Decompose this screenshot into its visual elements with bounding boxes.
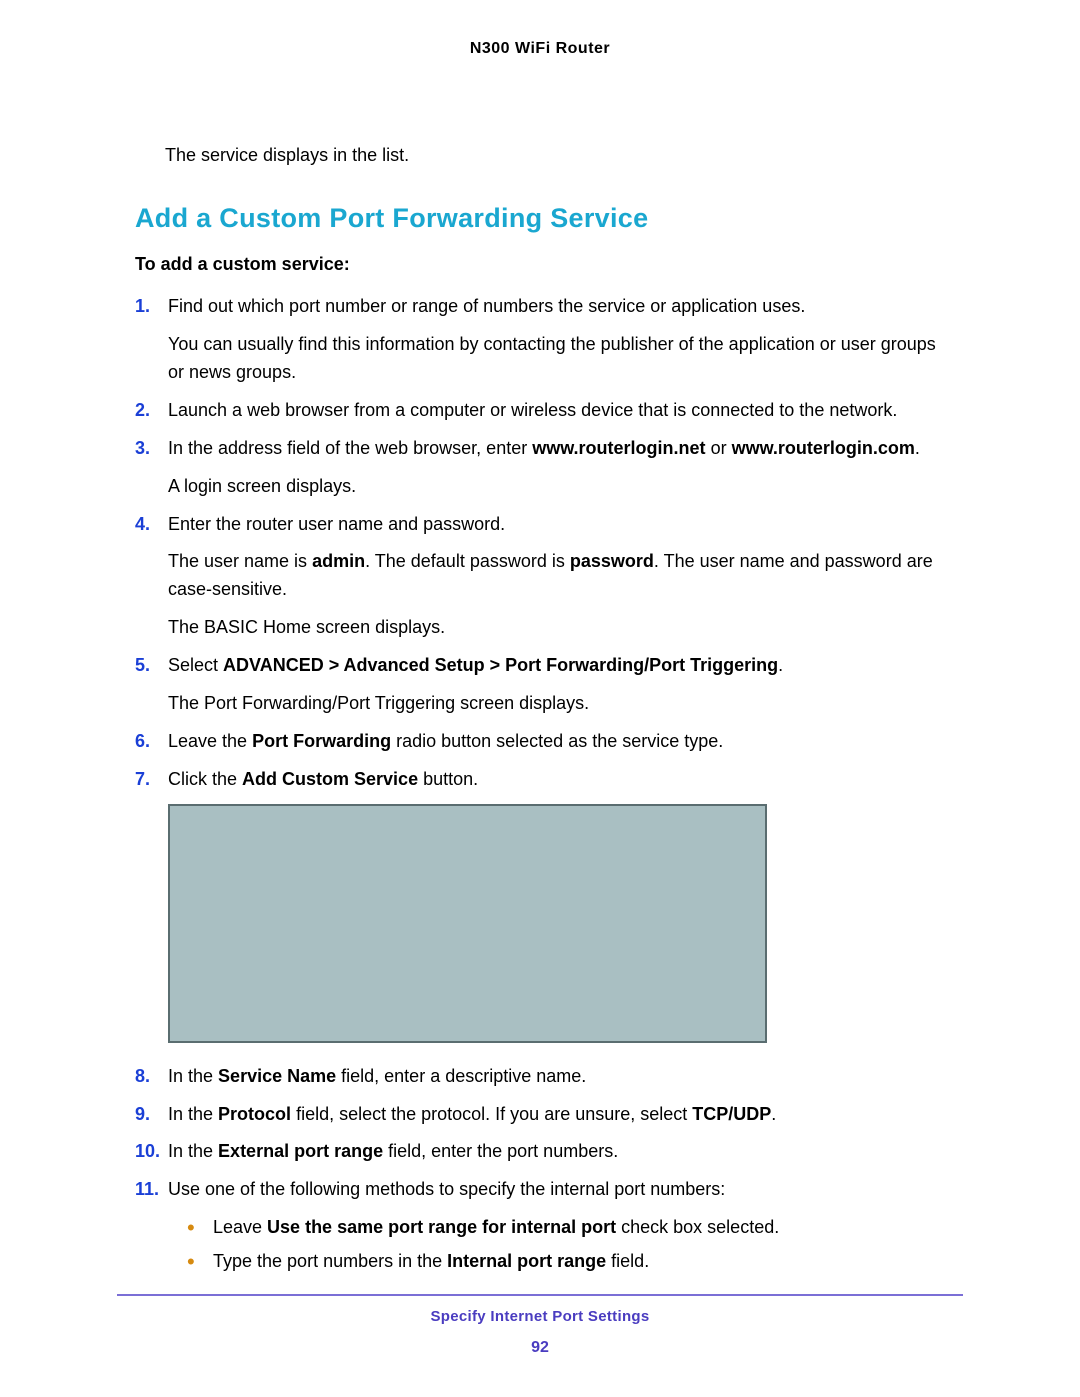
step-11: 11. Use one of the following methods to … (135, 1176, 945, 1276)
step-1: 1. Find out which port number or range o… (135, 293, 945, 387)
step-9: 9. In the Protocol field, select the pro… (135, 1101, 945, 1129)
text: button. (418, 769, 478, 789)
text: field, select the protocol. If you are u… (291, 1104, 692, 1124)
footer-section-name: Specify Internet Port Settings (117, 1308, 963, 1325)
text: check box selected. (616, 1217, 779, 1237)
step-text: You can usually find this information by… (168, 331, 945, 387)
text: radio button selected as the service typ… (391, 731, 723, 751)
step-text: In the Protocol field, select the protoc… (168, 1101, 945, 1129)
step-number: 6. (135, 728, 150, 756)
text: Select (168, 655, 223, 675)
intro-line: The service displays in the list. (165, 143, 945, 168)
text-bold: Internal port range (447, 1251, 606, 1271)
step-number: 4. (135, 511, 150, 539)
page: N300 WiFi Router The service displays in… (0, 0, 1080, 1397)
step-6: 6. Leave the Port Forwarding radio butto… (135, 728, 945, 756)
text-bold: Service Name (218, 1066, 336, 1086)
step-text: Click the Add Custom Service button. (168, 766, 945, 794)
text-bold: Use the same port range for internal por… (267, 1217, 616, 1237)
url: www.routerlogin.net (532, 438, 705, 458)
step-text: Use one of the following methods to spec… (168, 1176, 945, 1204)
footer-rule (117, 1294, 963, 1296)
step-number: 10. (135, 1138, 160, 1166)
text-bold: TCP/UDP (692, 1104, 771, 1124)
sub-bullet-list: Leave Use the same port range for intern… (187, 1214, 945, 1276)
text: In the (168, 1141, 218, 1161)
text: Leave (213, 1217, 267, 1237)
step-number: 7. (135, 766, 150, 794)
step-text: In the address field of the web browser,… (168, 435, 945, 463)
step-text: In the External port range field, enter … (168, 1138, 945, 1166)
step-number: 5. (135, 652, 150, 680)
step-3: 3. In the address field of the web brows… (135, 435, 945, 501)
step-text: The Port Forwarding/Port Triggering scre… (168, 690, 945, 718)
step-text: Select ADVANCED > Advanced Setup > Port … (168, 652, 945, 680)
step-4: 4. Enter the router user name and passwo… (135, 511, 945, 643)
page-header: N300 WiFi Router (135, 40, 945, 58)
page-footer: Specify Internet Port Settings 92 (117, 1294, 963, 1357)
step-text: Enter the router user name and password. (168, 511, 945, 539)
step-text: Find out which port number or range of n… (168, 293, 945, 321)
step-2: 2. Launch a web browser from a computer … (135, 397, 945, 425)
url: www.routerlogin.com (732, 438, 915, 458)
text: . The default password is (365, 551, 570, 571)
step-8: 8. In the Service Name field, enter a de… (135, 1063, 945, 1091)
text: Click the (168, 769, 242, 789)
text: . (771, 1104, 776, 1124)
text: Leave the (168, 731, 252, 751)
text-bold: Add Custom Service (242, 769, 418, 789)
bullet-item: Type the port numbers in the Internal po… (187, 1248, 945, 1276)
step-5: 5. Select ADVANCED > Advanced Setup > Po… (135, 652, 945, 718)
screenshot-placeholder (168, 804, 767, 1043)
section-heading: Add a Custom Port Forwarding Service (135, 203, 945, 234)
step-text: A login screen displays. (168, 473, 945, 501)
step-text: Leave the Port Forwarding radio button s… (168, 728, 945, 756)
text: or (706, 438, 732, 458)
page-number: 92 (117, 1339, 963, 1357)
step-number: 8. (135, 1063, 150, 1091)
text-bold: password (570, 551, 654, 571)
lead-instruction: To add a custom service: (135, 254, 945, 275)
text: . (778, 655, 783, 675)
step-10: 10. In the External port range field, en… (135, 1138, 945, 1166)
step-text: Launch a web browser from a computer or … (168, 397, 945, 425)
text: Type the port numbers in the (213, 1251, 447, 1271)
bullet-item: Leave Use the same port range for intern… (187, 1214, 945, 1242)
text: field, enter a descriptive name. (336, 1066, 586, 1086)
text-bold: admin (312, 551, 365, 571)
step-number: 9. (135, 1101, 150, 1129)
text: The user name is (168, 551, 312, 571)
step-number: 3. (135, 435, 150, 463)
step-text: In the Service Name field, enter a descr… (168, 1063, 945, 1091)
step-number: 2. (135, 397, 150, 425)
text: field. (606, 1251, 649, 1271)
step-number: 11. (135, 1176, 159, 1204)
text: In the (168, 1104, 218, 1124)
nav-path: ADVANCED > Advanced Setup > Port Forward… (223, 655, 778, 675)
text-bold: Protocol (218, 1104, 291, 1124)
text-bold: External port range (218, 1141, 383, 1161)
step-number: 1. (135, 293, 150, 321)
text: field, enter the port numbers. (383, 1141, 618, 1161)
step-text: The user name is admin. The default pass… (168, 548, 945, 604)
text: In the (168, 1066, 218, 1086)
step-7: 7. Click the Add Custom Service button. (135, 766, 945, 1043)
step-text: The BASIC Home screen displays. (168, 614, 945, 642)
text-bold: Port Forwarding (252, 731, 391, 751)
text: In the address field of the web browser,… (168, 438, 532, 458)
steps-list: 1. Find out which port number or range o… (135, 293, 945, 1276)
text: . (915, 438, 920, 458)
